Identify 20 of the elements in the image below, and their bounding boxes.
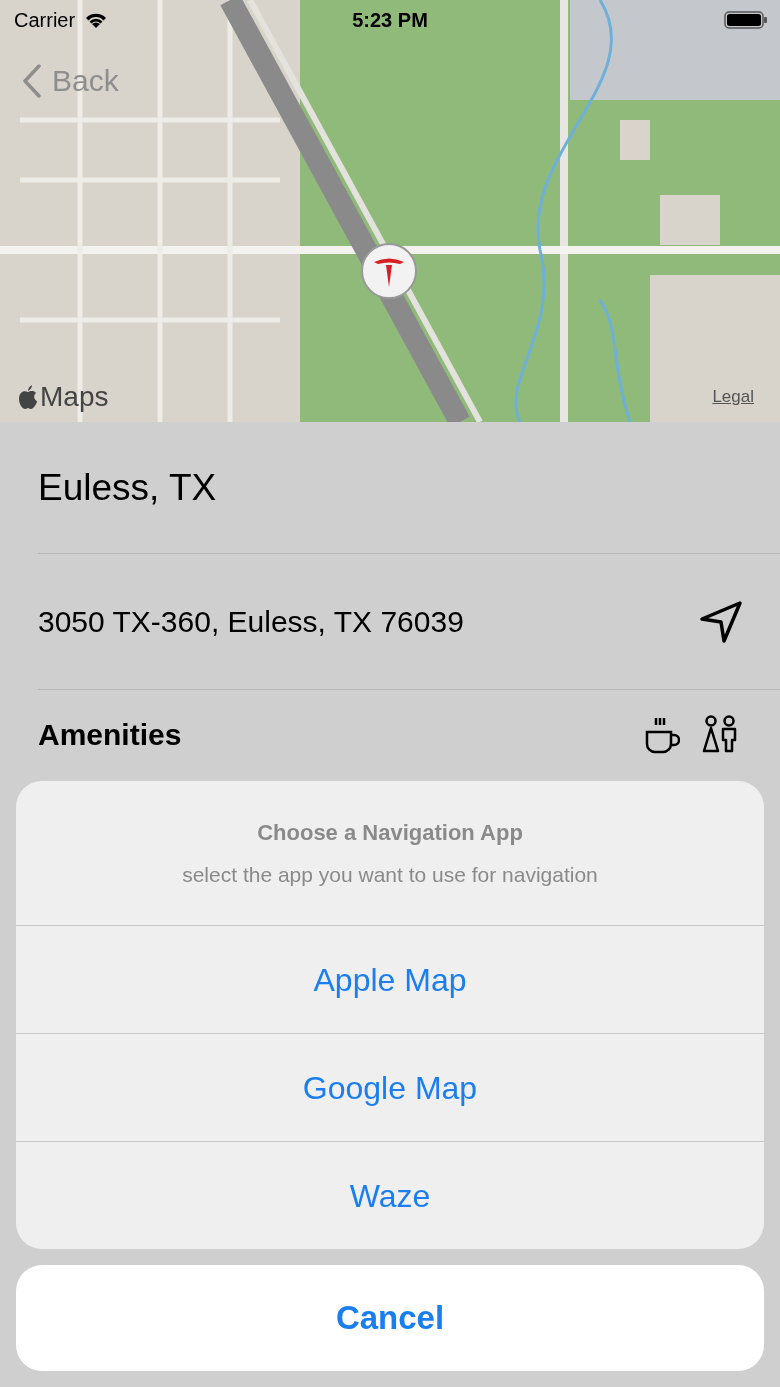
sheet-option[interactable]: Waze bbox=[16, 1141, 764, 1249]
carrier-label: Carrier bbox=[14, 8, 76, 33]
battery-icon bbox=[724, 10, 768, 30]
map-pin-icon bbox=[360, 242, 418, 300]
sheet-message: select the app you want to use for navigation bbox=[182, 861, 598, 888]
chevron-left-icon bbox=[22, 63, 42, 98]
restroom-icon bbox=[702, 714, 738, 754]
location-title: Euless, TX bbox=[38, 465, 217, 510]
back-button[interactable]: Back bbox=[22, 58, 119, 103]
legal-link[interactable]: Legal bbox=[712, 384, 754, 410]
maps-attribution: Maps bbox=[40, 380, 109, 414]
sheet-option[interactable]: Google Map bbox=[16, 1033, 764, 1141]
navigation-arrow-icon[interactable] bbox=[698, 598, 744, 645]
amenities-heading: Amenities bbox=[38, 716, 182, 753]
sheet-title: Choose a Navigation App bbox=[257, 818, 523, 847]
sheet-option[interactable]: Apple Map bbox=[16, 925, 764, 1033]
clock-label: 5:23 PM bbox=[352, 8, 428, 33]
address-label: 3050 TX-360, Euless, TX 76039 bbox=[38, 604, 464, 640]
apple-logo-icon bbox=[18, 385, 38, 409]
cancel-button[interactable]: Cancel bbox=[16, 1265, 764, 1371]
